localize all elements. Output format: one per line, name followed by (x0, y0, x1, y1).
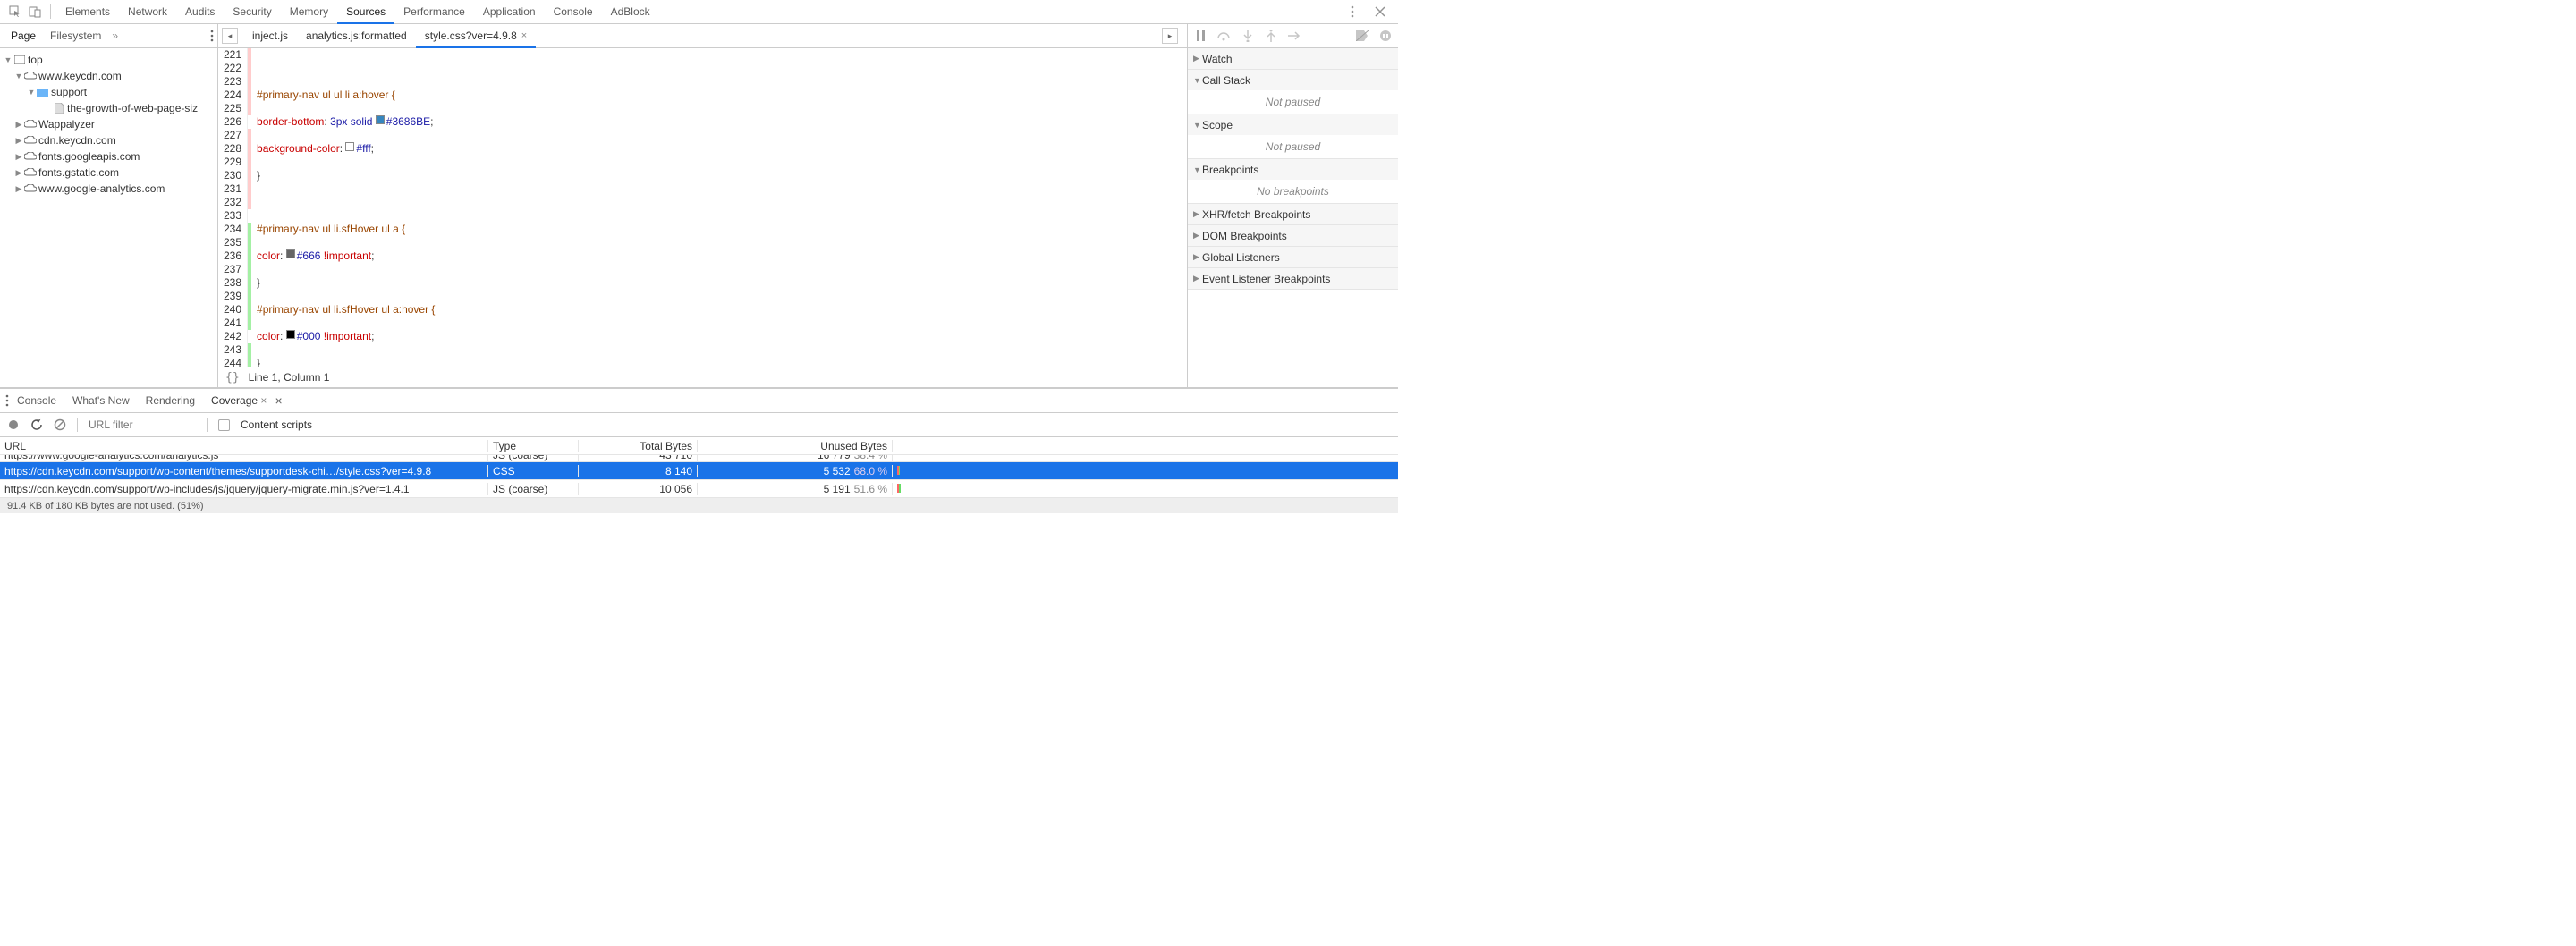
coverage-header-row: URL Type Total Bytes Unused Bytes (0, 437, 1398, 455)
tab-security[interactable]: Security (224, 0, 280, 24)
nav-tab-filesystem[interactable]: Filesystem (43, 24, 108, 48)
content-scripts-label: Content scripts (241, 418, 312, 431)
content-scripts-checkbox[interactable] (218, 419, 230, 431)
editor-panel: ◂ inject.js analytics.js:formatted style… (218, 24, 1187, 387)
coverage-row-selected[interactable]: https://cdn.keycdn.com/support/wp-conten… (0, 462, 1398, 480)
tab-network[interactable]: Network (119, 0, 176, 24)
debugger-toolbar (1188, 24, 1398, 48)
debugger-panel: ▶Watch ▼Call StackNot paused ▼ScopeNot p… (1187, 24, 1398, 387)
coverage-table: URL Type Total Bytes Unused Bytes https:… (0, 437, 1398, 498)
tree-domain-cdn-keycdn[interactable]: ▶cdn.keycdn.com (0, 132, 217, 148)
clear-icon[interactable] (54, 418, 66, 431)
editor-tab-analytics[interactable]: analytics.js:formatted (297, 24, 416, 48)
dom-bp-section[interactable]: ▶DOM Breakpoints (1188, 225, 1398, 246)
deactivate-bp-icon[interactable] (1354, 29, 1369, 44)
nav-kebab-icon[interactable] (210, 30, 214, 42)
close-drawer-icon[interactable]: × (275, 393, 282, 408)
step-into-icon[interactable] (1240, 29, 1255, 44)
pause-icon[interactable] (1193, 29, 1208, 44)
drawer-tabs: Console What's New Rendering Coverage × … (0, 389, 1398, 413)
global-listeners-section[interactable]: ▶Global Listeners (1188, 247, 1398, 267)
navigator-panel: Page Filesystem » ▼top ▼www.keycdn.com ▼… (0, 24, 218, 387)
event-bp-section[interactable]: ▶Event Listener Breakpoints (1188, 268, 1398, 289)
toggle-navigator-icon[interactable]: ◂ (222, 28, 238, 44)
xhr-bp-section[interactable]: ▶XHR/fetch Breakpoints (1188, 204, 1398, 224)
tab-audits[interactable]: Audits (176, 0, 224, 24)
editor-tab-inject[interactable]: inject.js (243, 24, 297, 48)
drawer: Console What's New Rendering Coverage × … (0, 388, 1398, 513)
close-drawer-tab-icon[interactable]: × (260, 394, 267, 407)
pretty-print-icon[interactable]: {} (225, 371, 240, 384)
file-tree: ▼top ▼www.keycdn.com ▼support the-growth… (0, 48, 217, 200)
toggle-debugger-icon[interactable]: ▸ (1162, 28, 1178, 44)
tab-memory[interactable]: Memory (281, 0, 337, 24)
tree-top[interactable]: ▼top (0, 52, 217, 68)
drawer-tab-coverage[interactable]: Coverage × (203, 389, 275, 413)
tree-file-growth[interactable]: the-growth-of-web-page-siz (0, 100, 217, 116)
coverage-row[interactable]: https://www.google-analytics.com/analyti… (0, 455, 1398, 462)
tab-performance[interactable]: Performance (394, 0, 474, 24)
line-gutter: 2212222232242252262272282292302312322332… (218, 48, 248, 367)
navigator-tabs: Page Filesystem » (0, 24, 217, 48)
reload-icon[interactable] (30, 418, 43, 431)
cursor-position: Line 1, Column 1 (249, 371, 330, 384)
nav-tab-page[interactable]: Page (4, 24, 43, 48)
drawer-tab-console[interactable]: Console (9, 389, 64, 413)
inspect-icon[interactable] (5, 3, 25, 21)
tree-domain-googleapis[interactable]: ▶fonts.googleapis.com (0, 148, 217, 165)
tree-domain-gstatic[interactable]: ▶fonts.gstatic.com (0, 165, 217, 181)
device-toggle-icon[interactable] (25, 3, 45, 21)
coverage-row[interactable]: https://cdn.keycdn.com/support/wp-includ… (0, 480, 1398, 498)
watch-section[interactable]: ▶Watch (1188, 48, 1398, 69)
step-over-icon[interactable] (1216, 29, 1232, 44)
breakpoints-section[interactable]: ▼Breakpoints (1188, 159, 1398, 180)
close-devtools-icon[interactable] (1370, 3, 1390, 21)
kebab-menu-icon[interactable] (1343, 3, 1362, 21)
record-icon[interactable] (7, 418, 20, 431)
tab-elements[interactable]: Elements (56, 0, 119, 24)
scope-section[interactable]: ▼Scope (1188, 114, 1398, 135)
callstack-section[interactable]: ▼Call Stack (1188, 70, 1398, 90)
editor-tab-style[interactable]: style.css?ver=4.9.8× (416, 24, 537, 48)
code-content[interactable]: #primary-nav ul ul li a:hover { border-b… (251, 48, 435, 367)
step-icon[interactable] (1286, 29, 1301, 44)
tree-folder-support[interactable]: ▼support (0, 84, 217, 100)
tab-application[interactable]: Application (474, 0, 545, 24)
tab-console[interactable]: Console (545, 0, 602, 24)
step-out-icon[interactable] (1263, 29, 1278, 44)
editor-tabs: ◂ inject.js analytics.js:formatted style… (218, 24, 1187, 48)
close-tab-icon[interactable]: × (521, 30, 527, 41)
code-editor[interactable]: 2212222232242252262272282292302312322332… (218, 48, 1187, 367)
tree-domain-ga[interactable]: ▶www.google-analytics.com (0, 181, 217, 197)
editor-status: {} Line 1, Column 1 (218, 367, 1187, 387)
tree-domain-keycdn[interactable]: ▼www.keycdn.com (0, 68, 217, 84)
nav-more-tabs-icon[interactable]: » (112, 30, 118, 42)
pause-exceptions-icon[interactable] (1377, 29, 1393, 44)
drawer-tab-whatsnew[interactable]: What's New (64, 389, 138, 413)
tab-sources[interactable]: Sources (337, 0, 394, 24)
url-filter-input[interactable] (89, 418, 196, 431)
coverage-status: 91.4 KB of 180 KB bytes are not used. (5… (0, 498, 1398, 513)
drawer-tab-rendering[interactable]: Rendering (138, 389, 203, 413)
tab-adblock[interactable]: AdBlock (602, 0, 659, 24)
coverage-toolbar: Content scripts (0, 413, 1398, 437)
tree-domain-wappalyzer[interactable]: ▶Wappalyzer (0, 116, 217, 132)
devtools-main-toolbar: Elements Network Audits Security Memory … (0, 0, 1398, 24)
sources-panel: Page Filesystem » ▼top ▼www.keycdn.com ▼… (0, 24, 1398, 388)
